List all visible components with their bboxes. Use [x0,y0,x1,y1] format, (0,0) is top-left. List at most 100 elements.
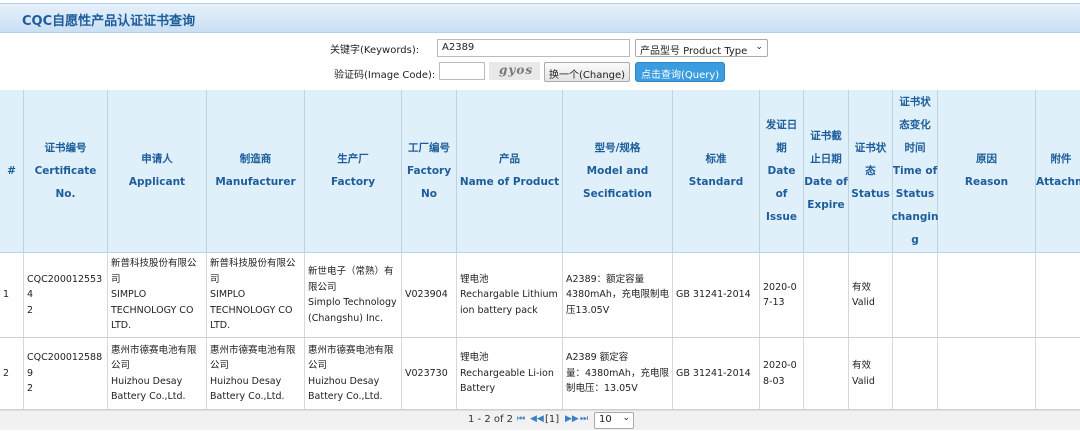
cell-applicant: 新普科技股份有限公 司 SIMPLO TECHNOLOGY CO LTD. [108,253,207,337]
header-label-en: Factory No [406,164,452,200]
cell-text: CQC2000125889 2 [27,352,103,395]
header-label-en: Date of Expire [804,176,848,211]
cell-attachment [1036,338,1080,409]
first-page-icon[interactable]: ⏮ [517,414,525,424]
image-code-input[interactable] [439,62,485,80]
cell-reason [938,338,1036,409]
cell-product: 锂电池 Rechargeable Li-ion Battery [457,338,563,409]
header-label-en: Certificate No. [34,164,97,200]
header-label-cn: 附件 [1050,153,1072,165]
page-header: CQC自愿性产品认证证书查询 [0,3,1080,33]
header-col-certificate-no: 证书编号 Certificate No. [24,90,108,253]
header-label-cn: 发证日 期 [765,118,798,154]
header-label-en: Reason [964,176,1009,188]
header-col-factory-no: 工厂编号 Factory No [402,90,457,253]
header-label-cn: 证书状 态变化 时间 [899,95,931,154]
keyword-label: 关键字(Keywords): [330,45,420,56]
cell-text: 锂电池 Rechargable Lithium ion battery pack [460,273,558,316]
cell-factory: 惠州市德赛电池有限 公司 Huizhou Desay Battery Co.,L… [305,338,402,409]
cell-text: 新世电子（常熟）有 限公司 Simplo Technology (Changsh… [308,266,397,324]
header-label-cn: 证书编号 [44,141,87,154]
table-row[interactable]: 1 CQC2000125534 2 新普科技股份有限公 司 SIMPLO TECHN… [0,253,1080,338]
captcha-image: gyos [489,62,540,80]
search-form: 关键字(Keywords): A2389 产品型号 Product Type ⌄… [0,36,1080,86]
header-col-attachment: 附件 Attachm [1036,90,1080,253]
header-label-en: Applicant [128,176,186,188]
header-label-cn: 标准 [705,153,727,165]
table-row[interactable]: 2 CQC2000125889 2 惠州市德赛电池有限 公司 Huizhou Des… [0,338,1080,410]
header-col-product: 产品 Name of Product [457,90,563,253]
cell-attachment [1036,253,1080,337]
next-page-icon[interactable]: ▶▶ [565,414,579,424]
pagination-range: 1 - 2 of 2 [468,414,514,425]
cell-certificate-no: CQC2000125889 2 [24,338,108,409]
certificate-table: # 证书编号 Certificate No. 申请人 Applicant 制造商 Manuf… [0,90,1080,410]
header-label-en: Name of Product [459,176,560,188]
cell-text: 惠州市德赛电池有限 公司 Huizhou Desay Battery Co.,L… [111,344,197,403]
header-label-cn: 原因 [975,153,997,165]
last-page-icon[interactable]: ⏭ [580,414,588,424]
cell-issue-date: 2020-0 8-03 [760,338,804,409]
cell-text: 2020-0 7-13 [763,281,797,309]
cell-factory: 新世电子（常熟）有 限公司 Simplo Technology (Changsh… [305,253,402,337]
header-col-reason: 原因 Reason [938,90,1036,253]
header-col-num: # [0,90,24,253]
cell-issue-date: 2020-0 7-13 [760,253,804,337]
product-type-selected: 产品型号 Product Type [640,46,748,57]
header-label-en: Factory [330,176,376,188]
cell-applicant: 惠州市德赛电池有限 公司 Huizhou Desay Battery Co.,L… [108,338,207,409]
header-label-en: Date of Issue [765,164,797,223]
header-label-cn: 证书状 态 [854,141,887,177]
cell-text: A2389 额定容 量：4380mAh，充电限 制电压：13.05V [566,352,669,395]
cell-text: V023730 [405,367,448,379]
cell-text: 有效 Valid [852,360,875,387]
query-button[interactable]: 点击查询(Query) [635,62,726,82]
cell-text: CQC2000125534 2 [27,273,103,316]
header-label-en: Time of Status changin g [891,164,939,246]
image-code-label: 验证码(Image Code): [334,70,436,81]
cell-model: A2389：额定容量 4380mAh，充电限制电 压13.05V [563,253,673,337]
page-size-select[interactable]: 10 ⌄ [594,412,634,429]
keyword-input[interactable]: A2389 [437,39,630,57]
cell-text: 惠州市德赛电池有限 公司 Huizhou Desay Battery Co.,L… [210,344,296,403]
header-label-en: Model and Secification [583,164,652,200]
cell-expire-date [804,253,849,337]
cell-manufacturer: 惠州市德赛电池有限 公司 Huizhou Desay Battery Co.,L… [207,338,305,409]
cell-text: GB 31241-2014 [676,289,751,301]
header-label-en: Attachm [1036,176,1080,188]
cell-text: 有效 Valid [852,281,875,309]
cell-manufacturer: 新普科技股份有限公 司 SIMPLO TECHNOLOGY CO LTD. [207,253,305,337]
header-label-cn: 申请人 [141,153,173,165]
cell-text: 1 [3,289,10,301]
cell-standard: GB 31241-2014 [673,253,760,337]
cell-text: V023904 [405,289,448,301]
cell-status-time [893,253,938,337]
header-label-cn: 工厂编号 [408,141,450,154]
cell-expire-date [804,338,849,409]
product-type-select[interactable]: 产品型号 Product Type ⌄ [635,39,768,57]
header-col-expire-date: 证书截 止日期 Date of Expire [804,90,849,253]
header-col-issue-date: 发证日 期 Date of Issue [760,90,804,253]
header-label-cn: 制造商 [239,153,272,165]
cell-reason [938,253,1036,337]
current-page[interactable]: [1] [545,414,559,425]
cell-certificate-no: CQC2000125534 2 [24,253,108,337]
prev-page-icon[interactable]: ◀◀ [530,414,544,424]
chevron-down-icon: ⌄ [755,42,763,52]
header-col-factory: 生产厂 Factory [305,90,402,253]
chevron-down-icon: ⌄ [622,413,630,423]
header-col-status: 证书状 态 Status [849,90,893,253]
cell-standard: GB 31241-2014 [673,338,760,409]
header-label-cn: 生产厂 [337,153,369,165]
page-title: CQC自愿性产品认证证书查询 [22,14,196,29]
cell-text: 新普科技股份有限公 司 SIMPLO TECHNOLOGY CO LTD. [210,258,296,332]
change-captcha-button[interactable]: 换一个(Change) [544,62,631,82]
cell-status: 有效 Valid [849,338,893,409]
header-label-cn: # [7,164,16,177]
header-label-en: Standard [688,176,744,188]
cell-text: GB 31241-2014 [676,367,751,379]
cell-text: 2020-0 8-03 [763,360,797,387]
header-col-standard: 标准 Standard [673,90,760,253]
cell-text: A2389：额定容量 4380mAh，充电限制电 压13.05V [566,273,669,316]
page-size-value: 10 [599,414,612,425]
